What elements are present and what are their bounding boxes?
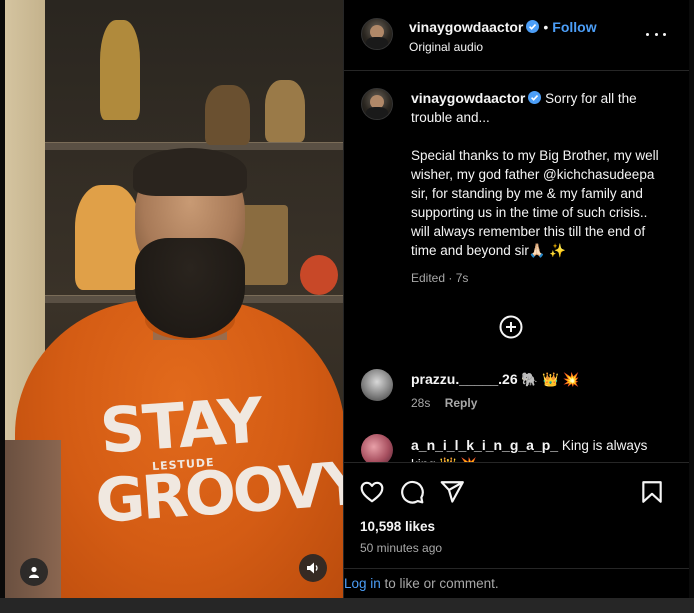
frame-item [240,205,288,285]
shirt-print-top: STAY [97,383,264,468]
author-avatar[interactable] [361,18,393,50]
separator-dot: • [543,19,549,35]
shirt-print-bottom: GROOVY [93,448,343,538]
shirt-print: STAY LESTUDE GROOVY [89,383,343,538]
login-prompt: Log in to like or comment. [344,568,689,598]
dot-icon [646,32,649,36]
caption-body: Special thanks to my Big Brother, my wel… [411,148,659,258]
follow-button[interactable]: Follow [552,19,596,35]
reply-button[interactable]: Reply [445,396,478,410]
comment-meta: 28s Reply [411,396,477,410]
comment: a_n_i_l_k_i_n_g_a_p_ King is always king… [411,436,665,462]
comment-username[interactable]: a_n_i_l_k_i_n_g_a_p_ [411,437,558,453]
tagged-users-button[interactable] [20,558,48,586]
like-heart-icon[interactable] [359,479,385,505]
bust-figure [205,85,250,145]
audio-link[interactable]: Original audio [409,40,483,54]
bust-figure [265,80,305,142]
login-prompt-text: to like or comment. [380,576,499,591]
beard [135,238,245,338]
caption-avatar[interactable] [361,88,393,120]
save-bookmark-icon[interactable] [639,479,665,505]
comment-bubble-icon[interactable] [399,479,425,505]
user-icon [29,566,39,578]
decor-item [300,255,338,295]
dot-icon [654,32,658,36]
hair [133,148,247,196]
comment-text: 🐘 👑 💥 [521,372,580,387]
speaker-icon [307,562,318,574]
post-timestamp: 50 minutes ago [360,541,443,555]
post-modal: STAY LESTUDE GROOVY vinaygowdaactor • Foll… [5,0,689,598]
post-actions: 10,598 likes 50 minutes ago Log in to li… [344,462,689,598]
author-username[interactable]: vinaygowdaactor [409,19,523,35]
dot-icon [663,32,666,36]
post-details-panel: vinaygowdaactor • Follow Original audio vi… [343,0,689,598]
likes-count[interactable]: 10,598 likes [360,519,435,534]
verified-badge-icon [528,91,542,104]
more-options-button[interactable] [646,24,666,44]
mute-button[interactable] [299,554,327,582]
caption-username[interactable]: vinaygowdaactor [411,90,525,106]
reel-video[interactable]: STAY LESTUDE GROOVY [5,0,343,598]
comment-username[interactable]: prazzu._____.26 [411,371,518,387]
ganesha-idol [75,185,140,290]
share-paperplane-icon[interactable] [439,479,465,505]
comment: prazzu._____.26 🐘 👑 💥 [411,370,579,389]
comments-section[interactable]: vinaygowdaactor Sorry for all the troubl… [344,72,689,462]
caption-meta: Edited · 7s [411,271,469,285]
load-more-comments-icon[interactable] [499,315,523,339]
commenter-avatar[interactable] [361,369,393,401]
comment-time: 28s [411,396,431,410]
verified-badge-icon [526,20,540,33]
commenter-avatar[interactable] [361,434,393,462]
author-line: vinaygowdaactor • Follow [409,19,597,37]
caption: vinaygowdaactor Sorry for all the troubl… [411,89,665,288]
page-bottom-strip [0,598,694,613]
statue-figure [100,20,140,120]
post-header: vinaygowdaactor • Follow Original audio [344,0,689,71]
login-link[interactable]: Log in [344,576,381,591]
